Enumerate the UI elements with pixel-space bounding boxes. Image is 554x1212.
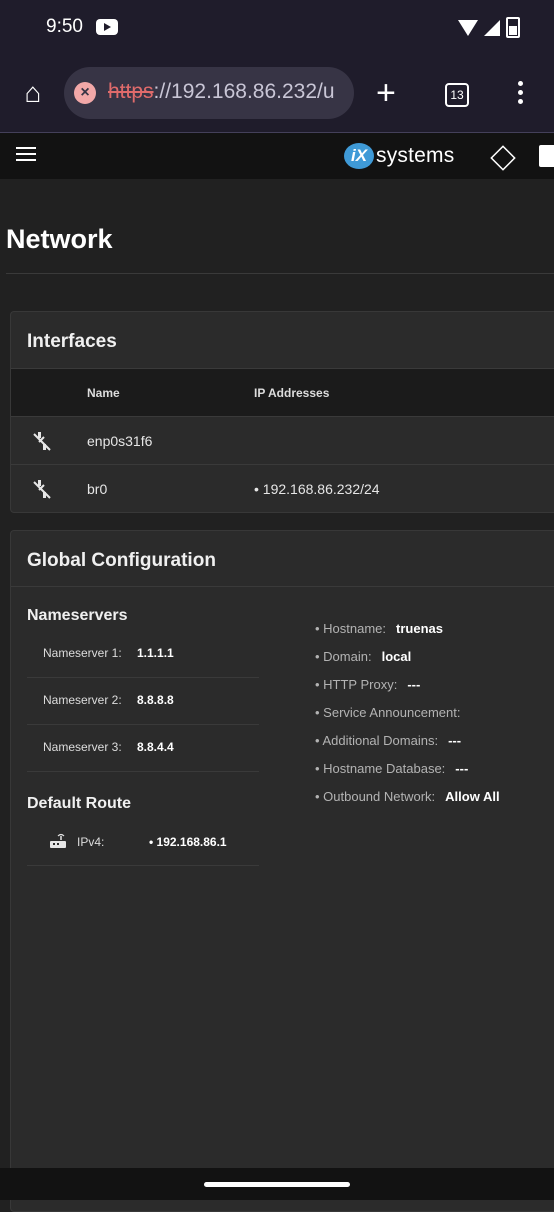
nameserver-row: Nameserver 2: 8.8.8.8 [27, 677, 259, 725]
title-divider [6, 273, 554, 274]
info-additional-domains: • Additional Domains: --- [315, 733, 500, 761]
logo-mark: iX [344, 143, 374, 169]
column-name: Name [87, 386, 120, 400]
truecommand-icon[interactable] [490, 145, 516, 171]
status-time: 9:50 [46, 16, 83, 37]
info-http-proxy: • HTTP Proxy: --- [315, 677, 500, 705]
browser-toolbar: ⌂ × https://192.168.86.232/u + 13 [0, 56, 554, 133]
network-disconnected-icon [33, 432, 51, 451]
nameservers-title: Nameservers [27, 607, 128, 624]
info-label: • Domain: [315, 649, 372, 664]
home-button[interactable]: ⌂ [18, 78, 48, 108]
wifi-icon [458, 19, 478, 36]
url-host: ://192.168.86.232/u [153, 80, 335, 103]
system-navigation-bar [0, 1168, 554, 1200]
route-row: IPv4: • 192.168.86.1 [27, 821, 259, 866]
info-label: • Outbound Network: [315, 789, 436, 804]
nameserver-row: Nameserver 3: 8.8.4.4 [27, 724, 259, 772]
info-value: Allow All [445, 789, 500, 804]
route-label: IPv4: [77, 835, 105, 849]
info-hostname-database: • Hostname Database: --- [315, 761, 500, 789]
divider [11, 586, 554, 587]
route-value: • 192.168.86.1 [149, 835, 227, 849]
app-toolbar: iX systems [0, 133, 554, 179]
info-value: truenas [396, 621, 443, 636]
info-outbound-network: • Outbound Network: Allow All [315, 789, 500, 817]
interface-ip: • 192.168.86.232/24 [254, 481, 380, 497]
info-label: • Hostname: [315, 621, 387, 636]
clipboard-icon[interactable] [539, 145, 554, 167]
interface-name: br0 [87, 481, 108, 497]
status-bar: 9:50 [0, 0, 554, 56]
column-ip-addresses: IP Addresses [254, 386, 330, 400]
info-domain: • Domain: local [315, 649, 500, 677]
nameserver-label: Nameserver 3: [43, 740, 122, 754]
nameserver-value: 8.8.4.4 [137, 740, 174, 754]
info-value: --- [407, 677, 421, 692]
address-bar[interactable]: × https://192.168.86.232/u [64, 67, 354, 119]
info-value: --- [448, 733, 462, 748]
nameserver-label: Nameserver 2: [43, 693, 122, 707]
battery-icon [506, 17, 520, 38]
new-tab-button[interactable]: + [376, 76, 396, 110]
logo-text: systems [376, 144, 455, 167]
config-info-list: • Hostname: truenas • Domain: local • HTTP… [315, 621, 500, 817]
hamburger-menu-icon[interactable] [16, 147, 36, 163]
info-service-announcement: • Service Announcement: [315, 705, 500, 733]
nameserver-row: Nameserver 1: 1.1.1.1 [27, 630, 259, 678]
router-icon [50, 833, 66, 848]
interface-name: enp0s31f6 [87, 433, 153, 449]
interfaces-title: Interfaces [27, 331, 117, 352]
cell-signal-icon [484, 19, 500, 36]
youtube-notification-icon [96, 19, 118, 35]
status-icons [458, 17, 520, 38]
interfaces-card: Interfaces Name IP Addresses enp0s31f6 b… [10, 311, 554, 513]
info-label: • Additional Domains: [315, 733, 439, 748]
nameserver-value: 8.8.8.8 [137, 693, 174, 707]
tab-switcher-button[interactable]: 13 [445, 83, 469, 107]
table-row[interactable]: br0 • 192.168.86.232/24 [11, 464, 554, 513]
info-label: • Hostname Database: [315, 761, 446, 776]
interfaces-table-header: Name IP Addresses [11, 368, 554, 417]
info-label: • Service Announcement: [315, 705, 461, 720]
info-value: local [381, 649, 412, 664]
browser-menu-button[interactable] [517, 81, 525, 109]
global-configuration-title: Global Configuration [27, 550, 216, 571]
global-configuration-card: Global Configuration Nameservers Nameser… [10, 530, 554, 1212]
url-text: https://192.168.86.232/u [108, 80, 335, 104]
info-hostname: • Hostname: truenas [315, 621, 500, 649]
url-scheme: https [108, 80, 154, 103]
nameserver-label: Nameserver 1: [43, 646, 122, 660]
ixsystems-logo[interactable]: iX systems [344, 142, 454, 170]
network-disconnected-icon [33, 480, 51, 499]
nameserver-value: 1.1.1.1 [137, 646, 174, 660]
default-route-title: Default Route [27, 795, 131, 812]
table-row[interactable]: enp0s31f6 [11, 416, 554, 465]
not-secure-icon[interactable]: × [74, 82, 96, 104]
page-title: Network [6, 224, 113, 254]
info-value: --- [455, 761, 469, 776]
info-label: • HTTP Proxy: [315, 677, 398, 692]
gesture-handle[interactable] [204, 1182, 350, 1187]
